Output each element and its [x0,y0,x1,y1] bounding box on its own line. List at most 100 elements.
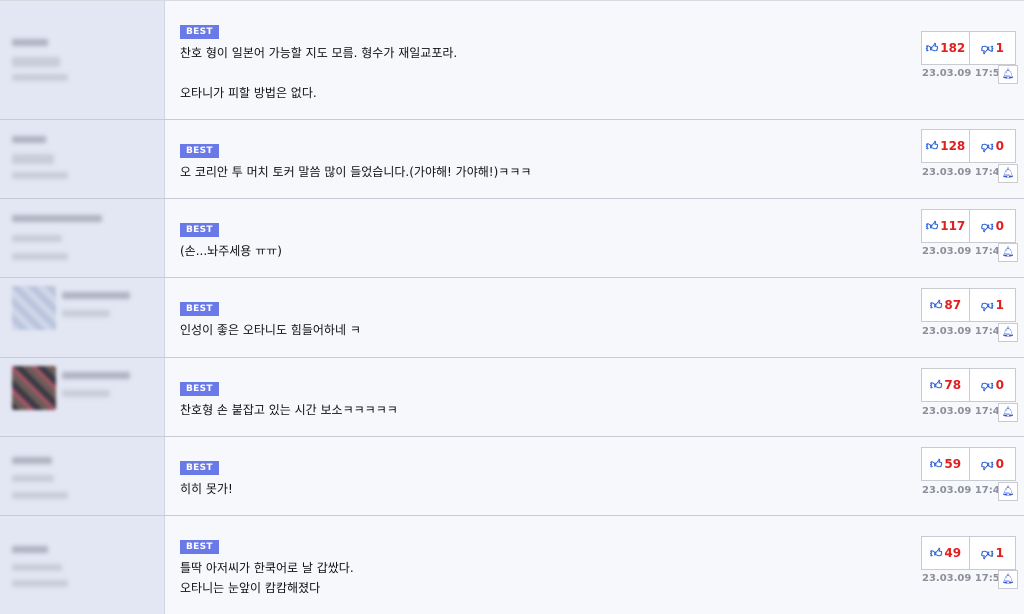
downvote-button[interactable]: 👍︎ 1 [970,32,1015,64]
thumbs-up-icon: 👍︎ [929,456,943,471]
thumbs-down-icon: 👍︎ [981,546,994,561]
comment-date: 23.03.09 17:48 [922,326,1007,337]
comment-text: 히히 못가! [180,482,233,496]
report-button[interactable]: 🔔︎ [998,323,1018,342]
thumbs-up-icon: 👍︎ [929,545,943,560]
upvote-count: 87 [944,298,962,312]
report-button[interactable]: 🔔︎ [998,570,1018,589]
downvote-count: 1 [995,546,1004,560]
upvote-count: 128 [940,139,966,153]
comment-date: 23.03.09 17:48 [922,246,1007,257]
bell-icon: 🔔︎ [1001,574,1015,585]
upvote-count: 117 [940,219,966,233]
report-button[interactable]: 🔔︎ [998,164,1018,183]
thumbs-down-icon: 👍︎ [981,378,994,393]
best-badge: BEST [180,25,219,39]
report-button[interactable]: 🔔︎ [998,243,1018,262]
bell-icon: 🔔︎ [1001,327,1015,338]
comment-actions: 👍︎ 117 👍︎ 0 23.03.09 17:48 🔔︎ [921,199,1024,277]
vote-box: 👍︎ 117 👍︎ 0 [921,209,1016,243]
comment-actions: 👍︎ 87 👍︎ 1 23.03.09 17:48 🔔︎ [921,278,1024,357]
comment-row: BEST 찬호형 손 붙잡고 있는 시간 보소ㅋㅋㅋㅋㅋ 👍︎ 78 👍︎ 0 23… [0,357,1024,436]
downvote-button[interactable]: 👍︎ 1 [970,537,1015,569]
comment-text: 찬호형 손 붙잡고 있는 시간 보소ㅋㅋㅋㅋㅋ [180,403,398,417]
upvote-button[interactable]: 👍︎ 49 [922,537,970,569]
thumbs-down-icon: 👍︎ [981,298,994,313]
comment-author-panel [0,437,165,515]
comment-list: BEST 찬호 형이 일본어 가능할 지도 모름. 형수가 재일교포라. 오타니… [0,0,1024,614]
comment-row: BEST 찬호 형이 일본어 가능할 지도 모름. 형수가 재일교포라. 오타니… [0,0,1024,119]
comment-author-panel [0,516,165,614]
comment-body: BEST 틀딱 아저씨가 한쿡어로 날 갑쌌다. 오타니는 눈앞이 캄캄해졌다 [165,516,924,614]
downvote-button[interactable]: 👍︎ 0 [970,448,1015,480]
thumbs-up-icon: 👍︎ [925,218,939,233]
downvote-count: 0 [995,378,1004,392]
comment-row: BEST 오 코리안 투 머치 토커 말씀 많이 들었습니다.(가야해! 가야해… [0,119,1024,198]
comment-text: 오 코리안 투 머치 토커 말씀 많이 들었습니다.(가야해! 가야해!)ㅋㅋㅋ [180,165,532,179]
comment-date: 23.03.09 17:48 [922,167,1007,178]
report-button[interactable]: 🔔︎ [998,403,1018,422]
comment-row: BEST 히히 못가! 👍︎ 59 👍︎ 0 23.03.09 17:49 🔔︎ [0,436,1024,515]
vote-box: 👍︎ 128 👍︎ 0 [921,129,1016,163]
comment-author-panel [0,1,165,119]
vote-box: 👍︎ 182 👍︎ 1 [921,31,1016,65]
comment-actions: 👍︎ 49 👍︎ 1 23.03.09 17:50 🔔︎ [921,516,1024,614]
best-badge: BEST [180,382,219,396]
comment-text: 찬호 형이 일본어 가능할 지도 모름. 형수가 재일교포라. 오타니가 피할 … [180,46,458,100]
downvote-button[interactable]: 👍︎ 1 [970,289,1015,321]
avatar [12,286,56,330]
thumbs-up-icon: 👍︎ [929,377,943,392]
report-button[interactable]: 🔔︎ [998,65,1018,84]
thumbs-down-icon: 👍︎ [981,457,994,472]
thumbs-down-icon: 👍︎ [981,41,994,56]
comment-actions: 👍︎ 182 👍︎ 1 23.03.09 17:50 🔔︎ [921,1,1024,119]
comment-author-panel [0,199,165,277]
best-badge: BEST [180,302,219,316]
comment-author-panel [0,278,165,357]
upvote-button[interactable]: 👍︎ 182 [922,32,970,64]
comment-date: 23.03.09 17:50 [922,68,1007,79]
comment-body: BEST 히히 못가! [165,437,924,515]
report-button[interactable]: 🔔︎ [998,482,1018,501]
avatar [12,366,56,410]
best-badge: BEST [180,144,219,158]
thumbs-up-icon: 👍︎ [925,40,939,55]
best-badge: BEST [180,461,219,475]
upvote-button[interactable]: 👍︎ 59 [922,448,970,480]
upvote-button[interactable]: 👍︎ 128 [922,130,970,162]
downvote-button[interactable]: 👍︎ 0 [970,210,1015,242]
comment-body: BEST 찬호형 손 붙잡고 있는 시간 보소ㅋㅋㅋㅋㅋ [165,358,924,436]
bell-icon: 🔔︎ [1001,247,1015,258]
comment-actions: 👍︎ 78 👍︎ 0 23.03.09 17:48 🔔︎ [921,358,1024,436]
vote-box: 👍︎ 87 👍︎ 1 [921,288,1016,322]
downvote-count: 1 [995,41,1004,55]
comment-row: BEST (손...놔주세용 ㅠㅠ) 👍︎ 117 👍︎ 0 23.03.09 17… [0,198,1024,277]
upvote-button[interactable]: 👍︎ 78 [922,369,970,401]
comment-date: 23.03.09 17:49 [922,485,1007,496]
upvote-button[interactable]: 👍︎ 87 [922,289,970,321]
upvote-count: 59 [944,457,962,471]
comment-body: BEST 찬호 형이 일본어 가능할 지도 모름. 형수가 재일교포라. 오타니… [165,1,924,119]
comment-date: 23.03.09 17:48 [922,406,1007,417]
bell-icon: 🔔︎ [1001,486,1015,497]
vote-box: 👍︎ 78 👍︎ 0 [921,368,1016,402]
comment-row: BEST 틀딱 아저씨가 한쿡어로 날 갑쌌다. 오타니는 눈앞이 캄캄해졌다 … [0,515,1024,614]
comment-text: 인성이 좋은 오타니도 힘들어하네 ㅋ [180,323,361,337]
thumbs-up-icon: 👍︎ [929,297,943,312]
bell-icon: 🔔︎ [1001,168,1015,179]
bell-icon: 🔔︎ [1001,69,1015,80]
upvote-count: 49 [944,546,962,560]
downvote-button[interactable]: 👍︎ 0 [970,369,1015,401]
downvote-button[interactable]: 👍︎ 0 [970,130,1015,162]
comment-actions: 👍︎ 59 👍︎ 0 23.03.09 17:49 🔔︎ [921,437,1024,515]
thumbs-down-icon: 👍︎ [981,139,994,154]
comment-body: BEST 인성이 좋은 오타니도 힘들어하네 ㅋ [165,278,924,357]
comment-author-panel [0,120,165,198]
upvote-button[interactable]: 👍︎ 117 [922,210,970,242]
thumbs-down-icon: 👍︎ [981,219,994,234]
vote-box: 👍︎ 59 👍︎ 0 [921,447,1016,481]
downvote-count: 0 [995,139,1004,153]
comment-author-panel [0,358,165,436]
vote-box: 👍︎ 49 👍︎ 1 [921,536,1016,570]
downvote-count: 1 [995,298,1004,312]
